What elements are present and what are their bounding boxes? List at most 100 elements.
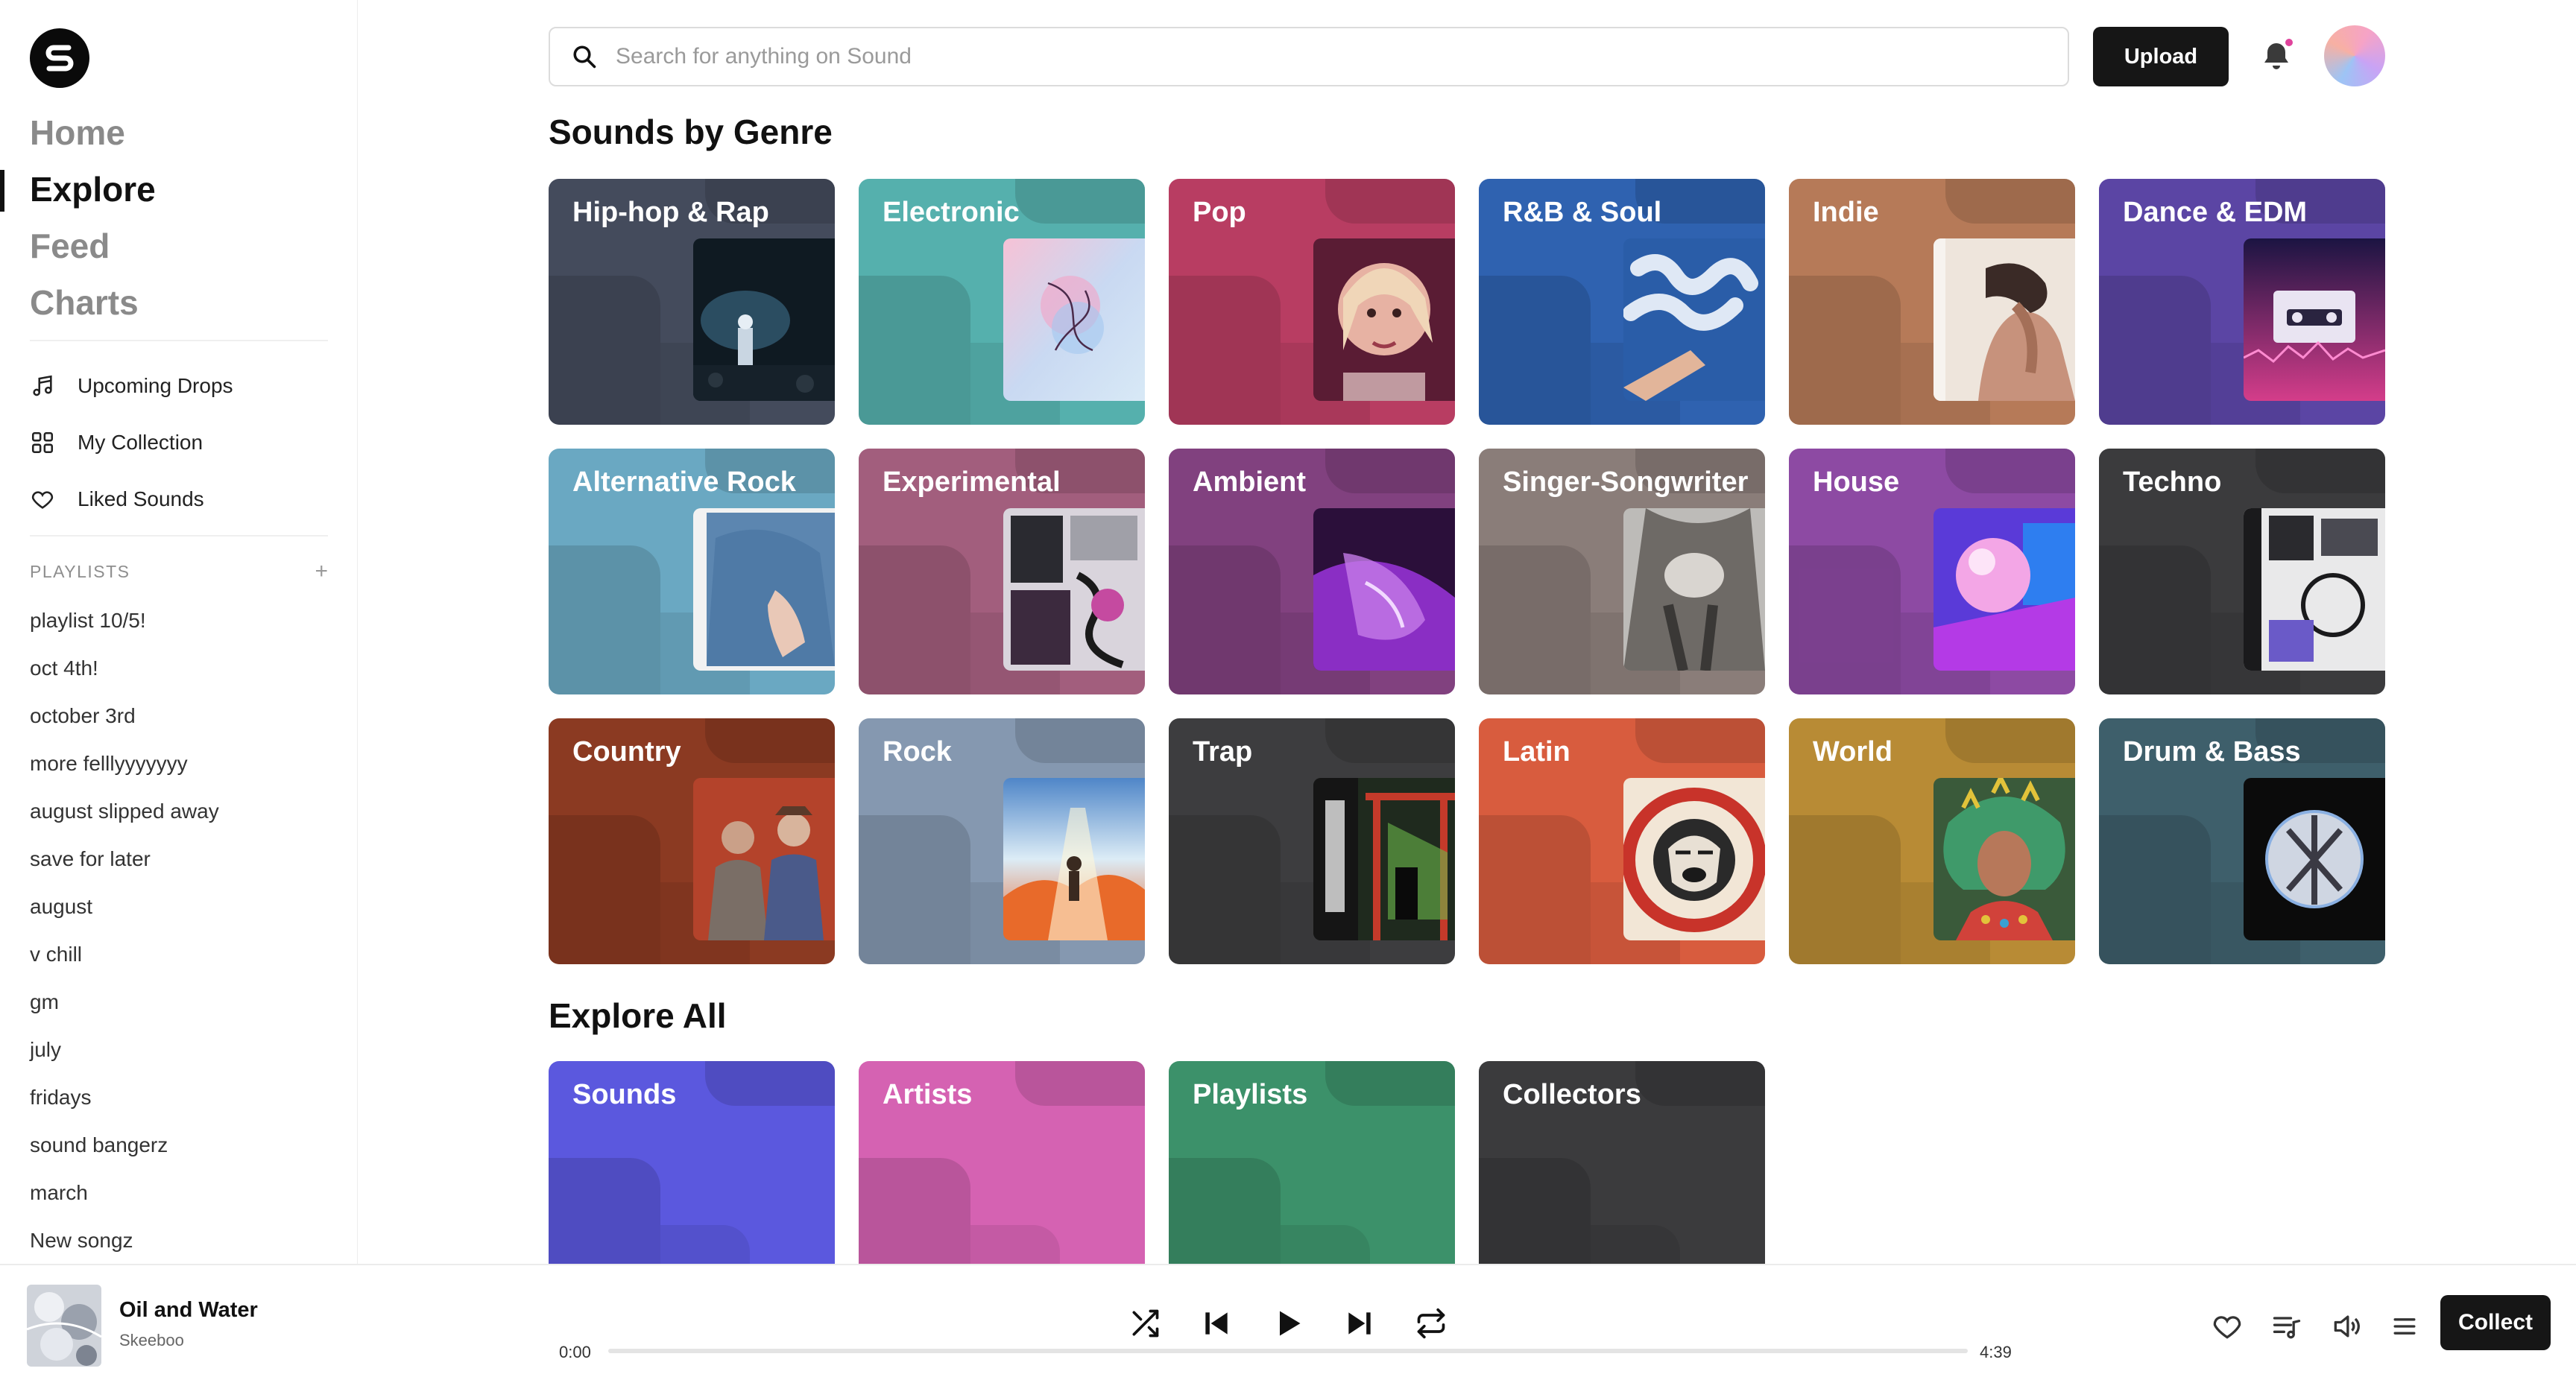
- add-playlist-icon[interactable]: +: [315, 560, 328, 583]
- play-button[interactable]: [1270, 1306, 1306, 1341]
- genre-tile-latin[interactable]: Latin: [1479, 718, 1765, 964]
- playlist-item[interactable]: more felllyyyyyyy: [30, 744, 219, 791]
- genre-label: Alternative Rock: [572, 466, 796, 498]
- genre-label: Experimental: [883, 466, 1061, 498]
- playlist-item[interactable]: august slipped away: [30, 791, 219, 839]
- nav-feed[interactable]: Feed: [30, 222, 156, 279]
- genre-tile-drum-bass[interactable]: Drum & Bass: [2099, 718, 2385, 964]
- genre-label: Techno: [2123, 466, 2222, 498]
- genre-tile-electronic[interactable]: Electronic: [859, 179, 1145, 425]
- playlist-item[interactable]: august: [30, 887, 219, 934]
- upload-button[interactable]: Upload: [2093, 27, 2229, 86]
- genre-tile-singer-songwriter[interactable]: Singer-Songwriter: [1479, 449, 1765, 694]
- search-bar[interactable]: [549, 27, 2069, 86]
- genre-tile-experimental[interactable]: Experimental: [859, 449, 1145, 694]
- playlist-item[interactable]: march: [30, 1173, 219, 1221]
- volume-icon: [2334, 1315, 2360, 1338]
- playlist-item[interactable]: oct 4th!: [30, 648, 219, 696]
- explore-tile-collectors[interactable]: Collectors: [1479, 1061, 1765, 1264]
- nav-charts[interactable]: Charts: [30, 279, 156, 335]
- heart-icon: [30, 487, 55, 512]
- playlist-item[interactable]: july: [30, 1030, 219, 1077]
- genre-artwork: [1313, 778, 1455, 940]
- heart-icon: [2213, 1316, 2241, 1339]
- sidebar-item-label: My Collection: [78, 431, 203, 454]
- explore-grid: Sounds Artists Playlists Collectors: [549, 1061, 1765, 1264]
- genre-tile-indie[interactable]: Indie: [1789, 179, 2075, 425]
- sidebar-item-liked-sounds[interactable]: Liked Sounds: [30, 471, 233, 528]
- progress-bar[interactable]: [608, 1349, 1968, 1353]
- genre-tile-pop[interactable]: Pop: [1169, 179, 1455, 425]
- sidebar-item-upcoming-drops[interactable]: Upcoming Drops: [30, 358, 233, 414]
- playlist-item[interactable]: New songz: [30, 1221, 219, 1264]
- explore-section-title: Explore All: [549, 996, 727, 1035]
- genre-label: Drum & Bass: [2123, 736, 2301, 768]
- menu-icon: [2393, 1318, 2416, 1335]
- genre-artwork: [693, 778, 835, 940]
- genre-artwork: [2244, 778, 2385, 940]
- queue-add-button[interactable]: [2270, 1310, 2303, 1343]
- genre-label: House: [1813, 466, 1900, 498]
- collect-button[interactable]: Collect: [2440, 1295, 2551, 1350]
- genre-artwork: [1933, 778, 2075, 940]
- nav-explore[interactable]: Explore: [30, 165, 156, 222]
- genre-tile-world[interactable]: World: [1789, 718, 2075, 964]
- sidebar: Home Explore Feed Charts Upcoming Drops …: [0, 0, 358, 1264]
- explore-tile-sounds[interactable]: Sounds: [549, 1061, 835, 1264]
- genre-tile-rnb-soul[interactable]: R&B & Soul: [1479, 179, 1765, 425]
- repeat-icon: [1417, 1308, 1445, 1339]
- search-input[interactable]: [616, 44, 2032, 69]
- next-button[interactable]: [1342, 1306, 1377, 1341]
- genre-tile-house[interactable]: House: [1789, 449, 2075, 694]
- genre-tile-trap[interactable]: Trap: [1169, 718, 1455, 964]
- genres-section-title: Sounds by Genre: [549, 113, 833, 151]
- now-playing-title[interactable]: Oil and Water: [119, 1298, 258, 1323]
- genre-label: R&B & Soul: [1503, 197, 1662, 228]
- genre-artwork: [2244, 238, 2385, 401]
- repeat-button[interactable]: [1413, 1306, 1449, 1341]
- playlist-item[interactable]: october 3rd: [30, 696, 219, 744]
- nav-home[interactable]: Home: [30, 109, 156, 165]
- genre-tile-ambient[interactable]: Ambient: [1169, 449, 1455, 694]
- music-note-icon: [30, 373, 55, 399]
- volume-button[interactable]: [2330, 1310, 2363, 1343]
- genre-tile-rock[interactable]: Rock: [859, 718, 1145, 964]
- like-button[interactable]: [2211, 1310, 2244, 1343]
- sound-logo-icon[interactable]: [30, 28, 89, 88]
- genre-tile-techno[interactable]: Techno: [2099, 449, 2385, 694]
- genre-tile-hip-hop-rap[interactable]: Hip-hop & Rap: [549, 179, 835, 425]
- sidebar-item-label: Liked Sounds: [78, 487, 204, 510]
- playlist-item[interactable]: save for later: [30, 839, 219, 887]
- playlist-item[interactable]: gm: [30, 982, 219, 1030]
- genre-tile-dance-edm[interactable]: Dance & EDM: [2099, 179, 2385, 425]
- active-nav-indicator: [0, 170, 4, 212]
- shuffle-icon: [1132, 1309, 1159, 1338]
- notifications-button[interactable]: [2258, 37, 2294, 75]
- now-playing-artwork[interactable]: [27, 1285, 101, 1367]
- playlist-item[interactable]: sound bangerz: [30, 1125, 219, 1173]
- previous-button[interactable]: [1199, 1306, 1234, 1341]
- explore-label: Artists: [883, 1079, 973, 1110]
- sidebar-item-my-collection[interactable]: My Collection: [30, 414, 233, 471]
- genre-tile-country[interactable]: Country: [549, 718, 835, 964]
- sidebar-item-label: Upcoming Drops: [78, 374, 233, 397]
- genre-tile-alternative-rock[interactable]: Alternative Rock: [549, 449, 835, 694]
- explore-tile-artists[interactable]: Artists: [859, 1061, 1145, 1264]
- playlist-item[interactable]: v chill: [30, 934, 219, 982]
- explore-label: Collectors: [1503, 1079, 1641, 1110]
- current-time: 0:00: [559, 1343, 591, 1361]
- playlist-item[interactable]: playlist 10/5!: [30, 601, 219, 648]
- genre-artwork: [1313, 238, 1455, 401]
- genre-artwork: [693, 238, 835, 401]
- genre-artwork: [1313, 508, 1455, 671]
- now-playing-artist[interactable]: Skeeboo: [119, 1331, 184, 1350]
- genre-artwork: [1623, 238, 1765, 401]
- genre-label: Ambient: [1193, 466, 1306, 498]
- explore-tile-playlists[interactable]: Playlists: [1169, 1061, 1455, 1264]
- playlists-header: PLAYLISTS +: [30, 560, 328, 583]
- shuffle-button[interactable]: [1127, 1306, 1163, 1341]
- explore-label: Playlists: [1193, 1079, 1308, 1110]
- playlist-item[interactable]: fridays: [30, 1077, 219, 1125]
- queue-button[interactable]: [2388, 1310, 2421, 1343]
- user-avatar[interactable]: [2324, 25, 2385, 86]
